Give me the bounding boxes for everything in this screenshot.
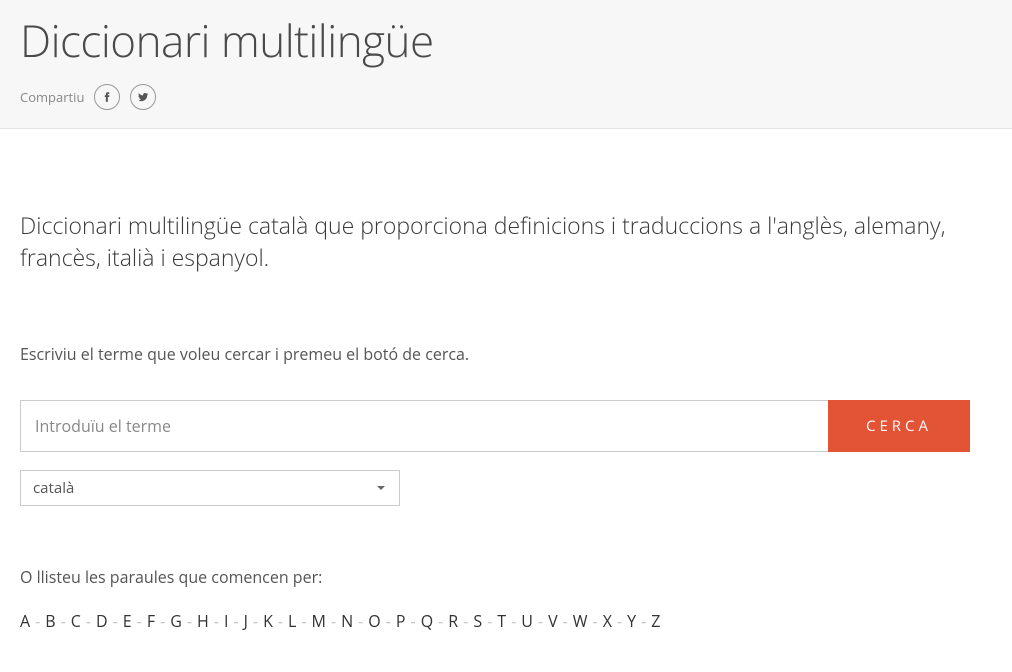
alpha-separator: - [61, 610, 66, 632]
alpha-letter-u[interactable]: U [521, 610, 533, 632]
alpha-letter-p[interactable]: P [396, 610, 406, 632]
alpha-letter-m[interactable]: M [312, 610, 326, 632]
alpha-letter-h[interactable]: H [197, 610, 209, 632]
alpha-list-instruction: O llisteu les paraules que comencen per: [20, 566, 970, 588]
alpha-separator: - [331, 610, 336, 632]
alpha-letter-x[interactable]: X [603, 610, 612, 632]
page-title: Diccionari multilingüe [20, 10, 992, 70]
page-header: Diccionari multilingüe Compartiu [0, 0, 1012, 129]
alpha-letter-f[interactable]: F [147, 610, 155, 632]
search-row: CERCA [20, 400, 970, 452]
alpha-letter-d[interactable]: D [96, 610, 108, 632]
alpha-letter-g[interactable]: G [170, 610, 182, 632]
alpha-separator: - [511, 610, 516, 632]
alpha-letter-e[interactable]: E [123, 610, 132, 632]
alpha-separator: - [463, 610, 468, 632]
alpha-separator: - [487, 610, 492, 632]
alpha-letter-c[interactable]: C [71, 610, 81, 632]
alpha-separator: - [563, 610, 568, 632]
alpha-letter-t[interactable]: T [497, 610, 506, 632]
alpha-letter-q[interactable]: Q [421, 610, 433, 632]
alpha-separator: - [35, 610, 40, 632]
alpha-separator: - [233, 610, 238, 632]
alpha-letter-y[interactable]: Y [627, 610, 636, 632]
alpha-separator: - [160, 610, 165, 632]
alpha-separator: - [301, 610, 306, 632]
language-select-wrap: català [20, 470, 400, 506]
alpha-letter-v[interactable]: V [548, 610, 558, 632]
alpha-letter-n[interactable]: N [341, 610, 353, 632]
twitter-icon[interactable] [130, 84, 156, 110]
share-label: Compartiu [20, 88, 84, 106]
search-button[interactable]: CERCA [828, 400, 970, 452]
alpha-letter-j[interactable]: J [244, 610, 248, 632]
facebook-icon[interactable] [94, 84, 120, 110]
description-text: Diccionari multilingüe català que propor… [20, 209, 970, 273]
alpha-letter-i[interactable]: I [224, 610, 228, 632]
alpha-letter-b[interactable]: B [45, 610, 55, 632]
alpha-separator: - [538, 610, 543, 632]
alpha-separator: - [113, 610, 118, 632]
alpha-letter-l[interactable]: L [288, 610, 296, 632]
alpha-separator: - [187, 610, 192, 632]
alpha-separator: - [137, 610, 142, 632]
search-input[interactable] [20, 400, 828, 452]
alpha-index: A-B-C-D-E-F-G-H-I-J-K-L-M-N-O-P-Q-R-S-T-… [20, 610, 970, 632]
alpha-separator: - [438, 610, 443, 632]
main-content: Diccionari multilingüe català que propor… [0, 129, 990, 672]
alpha-letter-s[interactable]: S [473, 610, 482, 632]
alpha-separator: - [593, 610, 598, 632]
alpha-separator: - [253, 610, 258, 632]
alpha-letter-r[interactable]: R [448, 610, 458, 632]
alpha-letter-o[interactable]: O [368, 610, 380, 632]
alpha-letter-a[interactable]: A [20, 610, 30, 632]
alpha-letter-z[interactable]: Z [651, 610, 660, 632]
alpha-letter-w[interactable]: W [573, 610, 588, 632]
alpha-separator: - [386, 610, 391, 632]
search-instruction: Escriviu el terme que voleu cercar i pre… [20, 343, 970, 365]
alpha-separator: - [641, 610, 646, 632]
share-row: Compartiu [20, 84, 992, 110]
language-select[interactable]: català [20, 470, 400, 506]
alpha-separator: - [411, 610, 416, 632]
alpha-separator: - [617, 610, 622, 632]
alpha-separator: - [358, 610, 363, 632]
alpha-separator: - [214, 610, 219, 632]
alpha-separator: - [278, 610, 283, 632]
alpha-letter-k[interactable]: K [263, 610, 273, 632]
alpha-separator: - [86, 610, 91, 632]
